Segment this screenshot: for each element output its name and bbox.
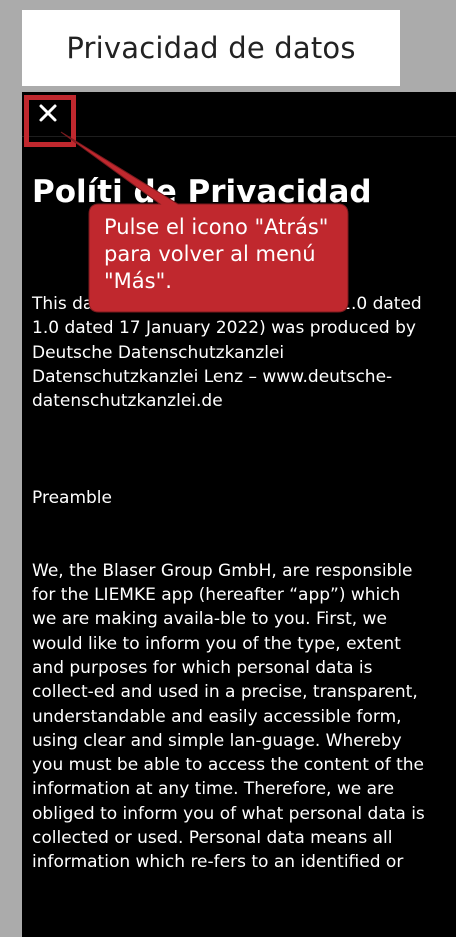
policy-body: This data protection notice (version 1.0… [32,292,456,875]
body-line: 1.0 dated 17 January 2022) was produced … [32,318,416,339]
body-line: Datenschutzkanzlei Lenz – www.deutsche- [32,366,393,387]
body-line: This data protection notice (version 1.0… [32,294,422,314]
body-line: information which re-fers to an identifi… [32,852,404,873]
preamble-heading: Preamble [32,488,112,509]
caption-box: Privacidad de datos [22,10,400,86]
callout-text: Pulse el icono "Atrás" para volver al me… [104,214,344,295]
app-top-bar [22,92,456,137]
body-line: for the LIEMKE app (hereafter “app”) whi… [32,585,401,606]
body-line: would like to inform you of the type, ex… [32,633,401,654]
close-button[interactable] [28,95,68,131]
body-line: understandable and easily accessible for… [32,706,402,727]
caption-title: Privacidad de datos [66,31,356,65]
callout-line: para volver al menú [104,242,316,266]
policy-title: Políti de Privacidad [32,174,372,210]
callout-line: "Más". [104,269,172,293]
body-line: we are making availa-ble to you. First, … [32,609,387,630]
body-line: collect-ed and used in a precise, transp… [32,682,418,703]
body-line: collected or used. Personal data means a… [32,828,393,849]
body-line: obliged to inform you of what personal d… [32,803,425,824]
body-line: We, the Blaser Group GmbH, are responsib… [32,560,413,581]
callout-line: Pulse el icono "Atrás" [104,215,329,239]
body-line: you must be able to access the content o… [32,755,424,776]
page: Privacidad de datos Políti de Privacidad… [0,0,456,937]
close-icon [39,104,57,122]
body-line: information at any time. Therefore, we a… [32,779,395,800]
body-line: using clear and simple lan-guage. Whereb… [32,730,402,751]
body-line: Deutsche Datenschutzkanzlei [32,342,285,363]
body-line: and purposes for which personal data is [32,657,373,678]
body-line: datenschutzkanzlei.de [32,391,223,412]
